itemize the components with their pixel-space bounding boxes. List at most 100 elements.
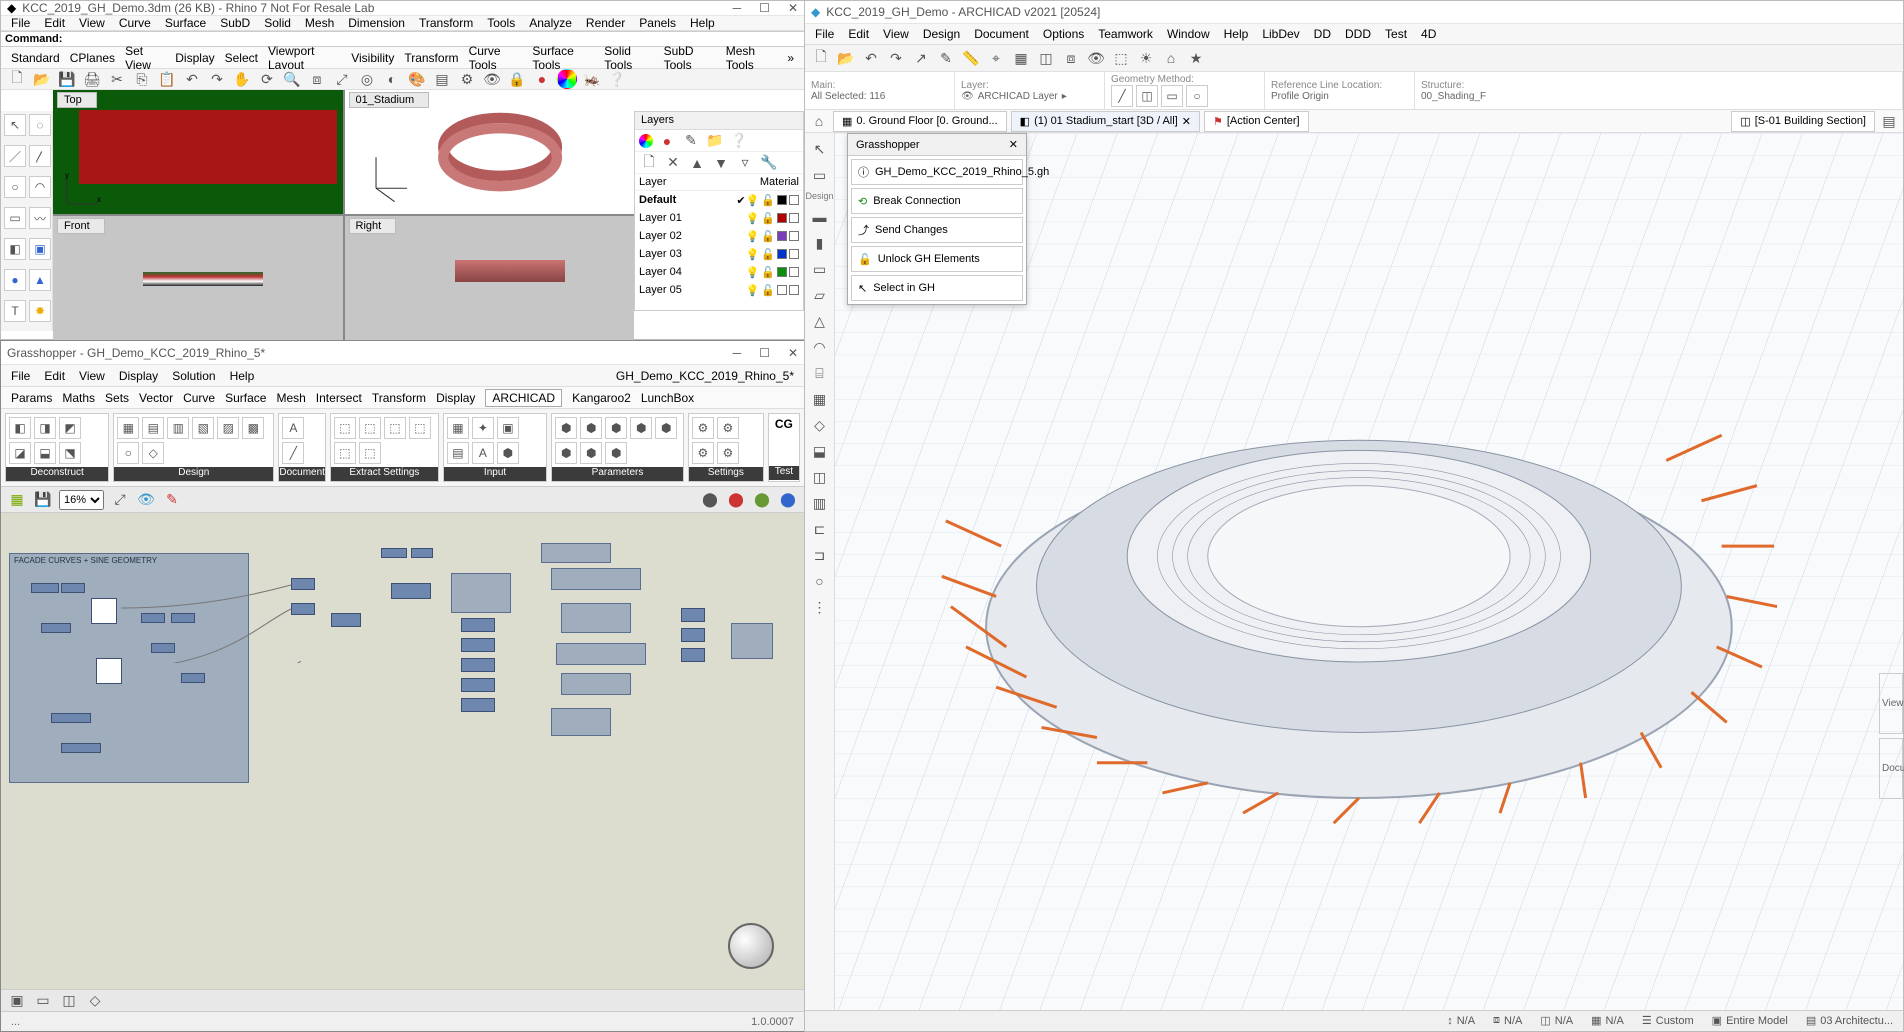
ac-menu-ddd[interactable]: DDD xyxy=(1345,27,1371,41)
tab-cplanes[interactable]: CPlanes xyxy=(70,51,115,65)
bulb-icon[interactable]: 💡 xyxy=(746,194,760,207)
component-icon[interactable]: ⬢ xyxy=(555,442,577,464)
tab-visibility[interactable]: Visibility xyxy=(351,51,394,65)
layer-row[interactable]: Default✔💡🔓 xyxy=(635,191,803,209)
gh-tab-curve[interactable]: Curve xyxy=(183,391,215,405)
gh-tab-archicad[interactable]: ARCHICAD xyxy=(485,389,562,407)
gh-tab-surface[interactable]: Surface xyxy=(225,391,266,405)
component-icon[interactable]: A xyxy=(282,417,304,439)
ac-menu-teamwork[interactable]: Teamwork xyxy=(1098,27,1153,41)
gh-group[interactable] xyxy=(561,603,631,633)
select-in-gh-button[interactable]: ↖Select in GH xyxy=(851,275,1023,301)
material-swatch[interactable] xyxy=(789,213,799,223)
geom-method-icon[interactable]: ○ xyxy=(1186,85,1208,107)
rhino-menu-surface[interactable]: Surface xyxy=(165,16,206,30)
slab-tool-icon[interactable]: ▱ xyxy=(810,285,830,305)
rotate-icon[interactable]: ⟳ xyxy=(257,69,277,89)
gh-group[interactable] xyxy=(731,623,773,659)
bulb-icon[interactable]: 💡 xyxy=(746,230,760,243)
gh-node[interactable] xyxy=(96,658,122,684)
gh-close-icon[interactable]: ✕ xyxy=(788,346,798,360)
component-icon[interactable]: ⬢ xyxy=(605,417,627,439)
eye-icon[interactable]: 👁 xyxy=(961,91,974,102)
cut-icon[interactable]: ✂ xyxy=(107,69,127,89)
component-icon[interactable]: ⬔ xyxy=(59,442,81,464)
gh-tab-kangaroo[interactable]: Kangaroo2 xyxy=(572,391,631,405)
tab-section[interactable]: ◫[S-01 Building Section] xyxy=(1731,111,1875,132)
redo-icon[interactable]: ↷ xyxy=(207,69,227,89)
zoom-extents-icon[interactable]: ⤢ xyxy=(332,69,352,89)
component-icon[interactable]: A xyxy=(472,442,494,464)
ac-menu-help[interactable]: Help xyxy=(1224,27,1249,41)
component-icon[interactable]: ▤ xyxy=(142,417,164,439)
prop-structure-value[interactable]: 00_Shading_F xyxy=(1421,91,1896,102)
gh-compass-icon[interactable] xyxy=(728,923,774,969)
gh-menu-file[interactable]: File xyxy=(11,369,30,383)
delete-layer-icon[interactable]: ✕ xyxy=(663,153,683,173)
sphere-icon[interactable]: ● xyxy=(532,69,552,89)
filter-layer-icon[interactable]: ▿ xyxy=(735,153,755,173)
component-icon[interactable]: ⬢ xyxy=(580,442,602,464)
gh-tab-transform[interactable]: Transform xyxy=(372,391,426,405)
undo-icon[interactable]: ↶ xyxy=(182,69,202,89)
gh-node[interactable] xyxy=(681,628,705,642)
zoom-sel-icon[interactable]: ◎ xyxy=(357,69,377,89)
rhino-menu-analyze[interactable]: Analyze xyxy=(529,16,572,30)
component-icon[interactable]: ◩ xyxy=(59,417,81,439)
component-icon[interactable]: ⬢ xyxy=(555,417,577,439)
gh-node[interactable] xyxy=(461,678,495,692)
ac-menu-4d[interactable]: 4D xyxy=(1421,27,1436,41)
paste-icon[interactable]: 📋 xyxy=(157,69,177,89)
lock-icon[interactable]: 🔓 xyxy=(761,284,775,297)
ac-menu-libdev[interactable]: LibDev xyxy=(1262,27,1299,41)
ac-redo-icon[interactable]: ↷ xyxy=(886,48,906,68)
tab-meshtools[interactable]: Mesh Tools xyxy=(726,44,778,72)
material-swatch[interactable] xyxy=(789,249,799,259)
side-tab-viewpoints[interactable]: Viewpoi xyxy=(1879,673,1903,734)
ac-new-icon[interactable]: 🗋 xyxy=(811,48,831,68)
ac-gh-panel-title[interactable]: Grasshopper✕ xyxy=(848,134,1026,156)
box-icon[interactable]: ▣ xyxy=(29,238,51,260)
stair-tool-icon[interactable]: ⌸ xyxy=(810,363,830,383)
gh-node[interactable] xyxy=(411,548,433,558)
break-connection-button[interactable]: ⟲Break Connection xyxy=(851,188,1023,214)
gh-minimize-icon[interactable]: ─ xyxy=(733,346,742,360)
tab-select[interactable]: Select xyxy=(225,51,258,65)
component-icon[interactable]: ⬚ xyxy=(359,442,381,464)
tab-action-center[interactable]: ⚑[Action Center] xyxy=(1204,111,1309,132)
gh-tab-vector[interactable]: Vector xyxy=(139,391,173,405)
curtain-tool-icon[interactable]: ▥ xyxy=(810,493,830,513)
ac-menu-document[interactable]: Document xyxy=(974,27,1029,41)
component-icon[interactable]: ▨ xyxy=(217,417,239,439)
layers-icon[interactable]: ▤ xyxy=(432,69,452,89)
render-icon[interactable]: 🎨 xyxy=(407,69,427,89)
ac-menu-design[interactable]: Design xyxy=(923,27,960,41)
layer-tools-icon[interactable]: 🔧 xyxy=(759,153,779,173)
lock-icon[interactable]: 🔓 xyxy=(761,194,775,207)
gh-node[interactable] xyxy=(91,598,117,624)
maximize-icon[interactable]: ☐ xyxy=(759,1,770,15)
mesh-tool-icon[interactable]: ▦ xyxy=(810,389,830,409)
gh-node[interactable] xyxy=(291,603,315,615)
cg-label[interactable]: CG xyxy=(775,417,793,431)
close-icon[interactable]: ✕ xyxy=(788,1,798,15)
gh-tab-sets[interactable]: Sets xyxy=(105,391,129,405)
props-icon[interactable]: ⚙ xyxy=(457,69,477,89)
rect-icon[interactable]: ▭ xyxy=(4,207,26,229)
help-icon[interactable]: ❔ xyxy=(607,69,627,89)
gh-zoom-select[interactable]: 16% xyxy=(59,490,104,510)
tab-display[interactable]: Display xyxy=(175,51,214,65)
rhino-menu-render[interactable]: Render xyxy=(586,16,625,30)
ac-open-icon[interactable]: 📂 xyxy=(836,48,856,68)
zoom-window-icon[interactable]: ⧈ xyxy=(307,69,327,89)
wall-tool-icon[interactable]: ▬ xyxy=(810,207,830,227)
gh-file-item[interactable]: ⓘGH_Demo_KCC_2019_Rhino_5.gh xyxy=(851,159,1023,185)
gh-menu-help[interactable]: Help xyxy=(230,369,255,383)
ac-trace-icon[interactable]: ⬚ xyxy=(1111,48,1131,68)
home-tab-icon[interactable]: ⌂ xyxy=(809,111,829,131)
gh-cluster-icon[interactable]: ▣ xyxy=(7,991,27,1011)
component-icon[interactable]: ◧ xyxy=(9,417,31,439)
rhino-menu-solid[interactable]: Solid xyxy=(264,16,291,30)
ac-favorites-icon[interactable]: ★ xyxy=(1186,48,1206,68)
ac-grid-icon[interactable]: ▦ xyxy=(1011,48,1031,68)
